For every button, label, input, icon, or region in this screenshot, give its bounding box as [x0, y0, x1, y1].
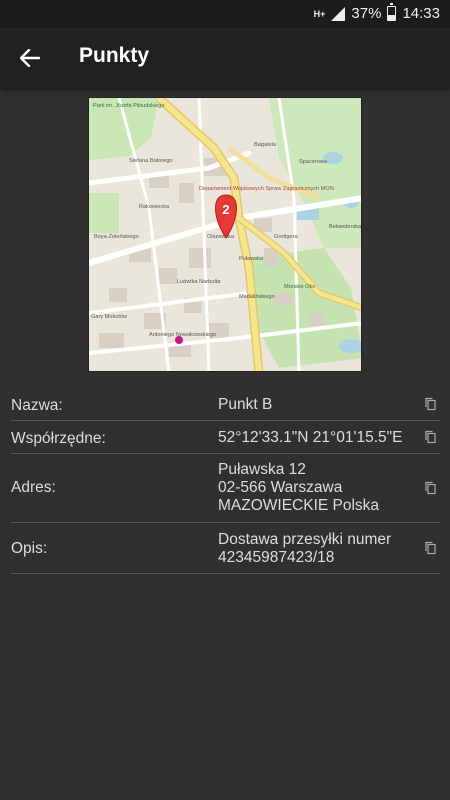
page-title: Punkty: [79, 44, 150, 67]
park-area: [89, 193, 119, 233]
details-list: Nazwa: Punkt B Współrzędne: 52°12'33.1"N…: [11, 388, 440, 574]
detail-row-description: Opis: Dostawa przesyłki numer 4234598742…: [11, 523, 440, 574]
battery-percent: 37%: [351, 5, 382, 22]
map-label: Ludwika Narbutta: [177, 279, 221, 285]
water: [339, 339, 361, 353]
map-label: Morskie Oko: [284, 284, 315, 290]
copy-icon[interactable]: [424, 481, 438, 495]
map-label: Park im. Józefa Piłsudskiego: [93, 103, 165, 109]
clock: 14:33: [402, 5, 440, 22]
copy-icon[interactable]: [424, 541, 438, 555]
status-bar: H+ 37% 14:33: [0, 0, 450, 28]
network-type: H+: [313, 8, 326, 19]
map-label: Antoniego Nowakowskiego: [149, 332, 216, 338]
map-thumbnail[interactable]: Park im. Józefa Piłsudskiego Bagatela Ra…: [88, 97, 362, 372]
arrow-back-icon: [20, 49, 40, 67]
battery-icon: [387, 3, 397, 21]
detail-row-name: Nazwa: Punkt B: [11, 388, 440, 421]
map-label: Grottgera: [274, 234, 299, 240]
map-label: Olszewska: [207, 234, 235, 240]
map-image: Park im. Józefa Piłsudskiego Bagatela Ra…: [89, 98, 362, 371]
detail-label: Opis:: [11, 540, 48, 557]
map-label: Spacerowa: [299, 159, 328, 165]
detail-value-line: 42345987423/18: [218, 549, 335, 566]
map-label: Departament Wojskowych Spraw Zagraniczny…: [199, 186, 334, 192]
map-label: Gary Mokotów: [91, 314, 128, 320]
map-label: Madalińskiego: [239, 294, 275, 300]
signal-icon: [331, 6, 346, 21]
detail-label: Współrzędne:: [11, 430, 106, 447]
detail-value-line: Puławska 12: [218, 461, 306, 478]
app-bar: Punkty: [0, 28, 450, 88]
map-label: Belwederska: [329, 224, 362, 230]
detail-value-line: MAZOWIECKIE Polska: [218, 497, 380, 514]
detail-label: Adres:: [11, 479, 56, 496]
back-button[interactable]: [14, 42, 46, 74]
map-label: Stefana Batorego: [129, 158, 173, 164]
detail-value: Dostawa przesyłki numer 42345987423/18: [218, 531, 391, 567]
copy-icon[interactable]: [424, 430, 438, 444]
detail-value-line: 02-566 Warszawa: [218, 479, 343, 496]
map-label: Boya-Żeleńskiego: [94, 233, 139, 240]
detail-label: Nazwa:: [11, 397, 63, 414]
map-label: Bagatela: [254, 142, 277, 148]
copy-icon[interactable]: [424, 397, 438, 411]
detail-value-line: Dostawa przesyłki numer: [218, 531, 392, 548]
detail-row-address: Adres: Puławska 12 02-566 Warszawa MAZOW…: [11, 454, 440, 523]
detail-value: Punkt B: [218, 396, 273, 413]
marker-label: 2: [222, 202, 229, 217]
poi-icon: [175, 336, 183, 344]
detail-value: Puławska 12 02-566 Warszawa MAZOWIECKIE …: [218, 461, 379, 515]
detail-row-coordinates: Współrzędne: 52°12'33.1"N 21°01'15.5"E: [11, 421, 440, 454]
detail-value: 52°12'33.1"N 21°01'15.5"E: [218, 429, 403, 446]
map-label: Rakowiecka: [139, 204, 170, 210]
map-label: Puławska: [239, 256, 264, 262]
